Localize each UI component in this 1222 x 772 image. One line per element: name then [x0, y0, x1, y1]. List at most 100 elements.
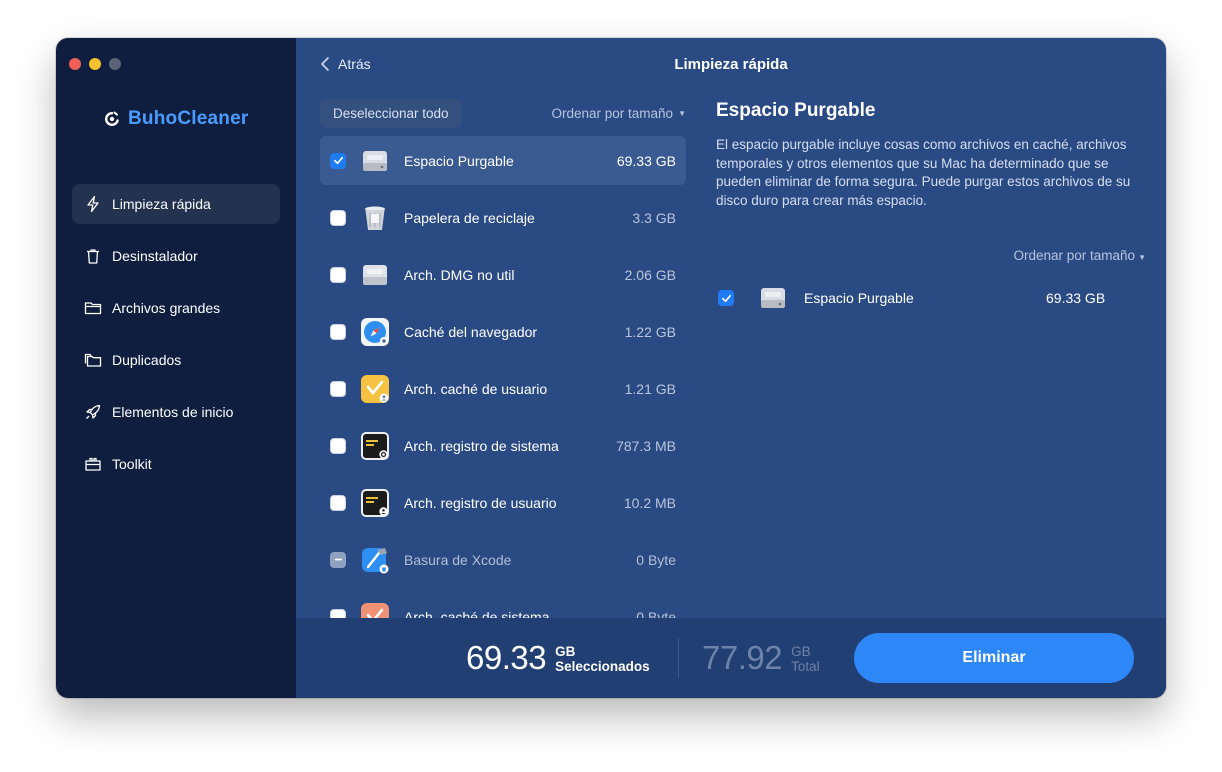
minimize-window-button[interactable] [89, 58, 101, 70]
sidebar-item-label: Archivos grandes [112, 300, 221, 316]
checkbox[interactable] [330, 437, 346, 454]
top-bar: Atrás Limpieza rápida [296, 38, 1166, 94]
folder-icon [84, 299, 102, 317]
user-log-icon [360, 488, 390, 518]
page-title: Limpieza rápida [674, 56, 788, 73]
total-size-unit: GB [791, 644, 811, 659]
sort-label: Ordenar por tamaño [1013, 248, 1136, 263]
checkbox[interactable] [330, 551, 346, 568]
sidebar-item-elementos-de-inicio[interactable]: Elementos de inicio [72, 392, 280, 432]
system-cache-icon [360, 602, 390, 618]
checkbox[interactable] [330, 380, 346, 397]
sidebar-item-duplicados[interactable]: Duplicados [72, 340, 280, 380]
sidebar-nav: Limpieza rápida Desinstalador Archivos g… [72, 184, 280, 496]
item-label: Arch. caché de sistema [404, 608, 550, 619]
duplicate-folder-icon [84, 351, 102, 369]
deselect-all-button[interactable]: Deseleccionar todo [320, 98, 462, 128]
user-cache-icon [360, 374, 390, 404]
window-controls [69, 58, 121, 70]
rocket-icon [84, 403, 102, 421]
checkbox[interactable] [330, 209, 346, 226]
caret-down-icon: ▼ [1138, 253, 1146, 262]
selected-size-value: 69.33 [466, 639, 547, 676]
close-window-button[interactable] [69, 58, 81, 70]
item-size: 3.3 GB [632, 209, 676, 226]
sidebar-item-label: Elementos de inicio [112, 404, 234, 420]
buhocleaner-logo-icon [105, 111, 119, 126]
item-size: 1.22 GB [624, 323, 676, 340]
sidebar-item-label: Desinstalador [112, 248, 198, 264]
category-list-panel: Deseleccionar todo Ordenar por tamaño ▼ … [320, 98, 686, 618]
app-name: BuhoCleaner [128, 108, 249, 129]
item-label: Arch. DMG no util [404, 266, 515, 283]
checkbox[interactable] [330, 494, 346, 511]
item-size: 787.3 MB [616, 437, 676, 454]
list-item[interactable]: Arch. DMG no util 2.06 GB [320, 250, 686, 299]
item-label: Arch. caché de usuario [404, 380, 548, 397]
total-size-unit-group: GB Total [791, 639, 820, 674]
selected-size-label: Seleccionados [555, 659, 650, 674]
detail-sort-dropdown[interactable]: Ordenar por tamaño ▼ [716, 248, 1147, 263]
total-size-stat: 77.92 GB Total [702, 639, 820, 677]
checkbox[interactable] [330, 608, 346, 618]
toolbox-icon [84, 455, 102, 473]
item-size: 2.06 GB [624, 266, 676, 283]
trash-icon [84, 247, 102, 265]
sidebar-item-toolkit[interactable]: Toolkit [72, 444, 280, 484]
list-item[interactable]: Arch. registro de usuario 10.2 MB [320, 478, 686, 527]
item-label: Arch. registro de usuario [404, 494, 557, 511]
app-window: BuhoCleaner Limpieza rápida Desinstalado… [56, 38, 1166, 698]
item-label: Caché del navegador [404, 323, 538, 340]
sidebar-item-desinstalador[interactable]: Desinstalador [72, 236, 280, 276]
item-label: Papelera de reciclaje [404, 209, 535, 226]
item-label: Arch. registro de sistema [404, 437, 559, 454]
hard-drive-icon [360, 146, 390, 176]
trash-bin-icon [360, 203, 390, 233]
delete-button[interactable]: Eliminar [854, 633, 1134, 683]
item-size: 0 Byte [636, 551, 676, 568]
checkbox[interactable] [718, 290, 734, 306]
list-item[interactable]: Arch. caché de usuario 1.21 GB [320, 364, 686, 413]
item-size: 10.2 MB [623, 494, 676, 511]
sidebar-item-label: Toolkit [112, 456, 152, 472]
detail-list-item[interactable]: Espacio Purgable 69.33 GB [716, 283, 1146, 313]
checkbox[interactable] [330, 266, 346, 283]
item-size: 1.21 GB [624, 380, 676, 397]
list-item[interactable]: Arch. registro de sistema 787.3 MB [320, 421, 686, 470]
main-panel: Atrás Limpieza rápida Deseleccionar todo… [296, 38, 1166, 698]
total-size-value: 77.92 [702, 639, 783, 676]
zoom-window-button[interactable] [109, 58, 121, 70]
safari-icon [360, 317, 390, 347]
disk-image-icon [360, 260, 390, 290]
checkbox[interactable] [330, 152, 346, 169]
list-header: Deseleccionar todo Ordenar por tamaño ▼ [320, 98, 686, 128]
list-item[interactable]: Arch. caché de sistema 0 Byte [320, 592, 686, 618]
xcode-icon [360, 545, 390, 575]
detail-panel: Espacio Purgable El espacio purgable inc… [716, 98, 1146, 313]
list-item[interactable]: Espacio Purgable 69.33 GB [320, 136, 686, 185]
hard-drive-icon [758, 283, 788, 313]
selected-size-unit-group: GB Seleccionados [555, 639, 650, 674]
list-item[interactable]: Papelera de reciclaje 3.3 GB [320, 193, 686, 242]
bolt-icon [84, 195, 102, 213]
item-size: 0 Byte [636, 608, 676, 619]
footer-divider [678, 638, 679, 678]
sidebar-item-label: Limpieza rápida [112, 196, 211, 212]
detail-description: El espacio purgable incluye cosas como a… [716, 137, 1131, 208]
list-item[interactable]: Caché del navegador 1.22 GB [320, 307, 686, 356]
item-label: Espacio Purgable [804, 290, 914, 306]
checkbox[interactable] [330, 323, 346, 340]
sidebar-item-limpieza-rapida[interactable]: Limpieza rápida [72, 184, 280, 224]
sidebar-item-label: Duplicados [112, 352, 182, 368]
sort-label: Ordenar por tamaño [551, 105, 674, 121]
item-size: 69.33 GB [616, 152, 676, 169]
system-log-icon [360, 431, 390, 461]
total-size-label: Total [791, 659, 820, 674]
sidebar-item-archivos-grandes[interactable]: Archivos grandes [72, 288, 280, 328]
selected-size-unit: GB [555, 644, 576, 659]
list-item[interactable]: Basura de Xcode 0 Byte [320, 535, 686, 584]
detail-title: Espacio Purgable [716, 100, 876, 121]
item-label: Espacio Purgable [404, 152, 514, 169]
item-label: Basura de Xcode [404, 551, 512, 568]
sort-by-size-dropdown[interactable]: Ordenar por tamaño ▼ [552, 106, 687, 121]
